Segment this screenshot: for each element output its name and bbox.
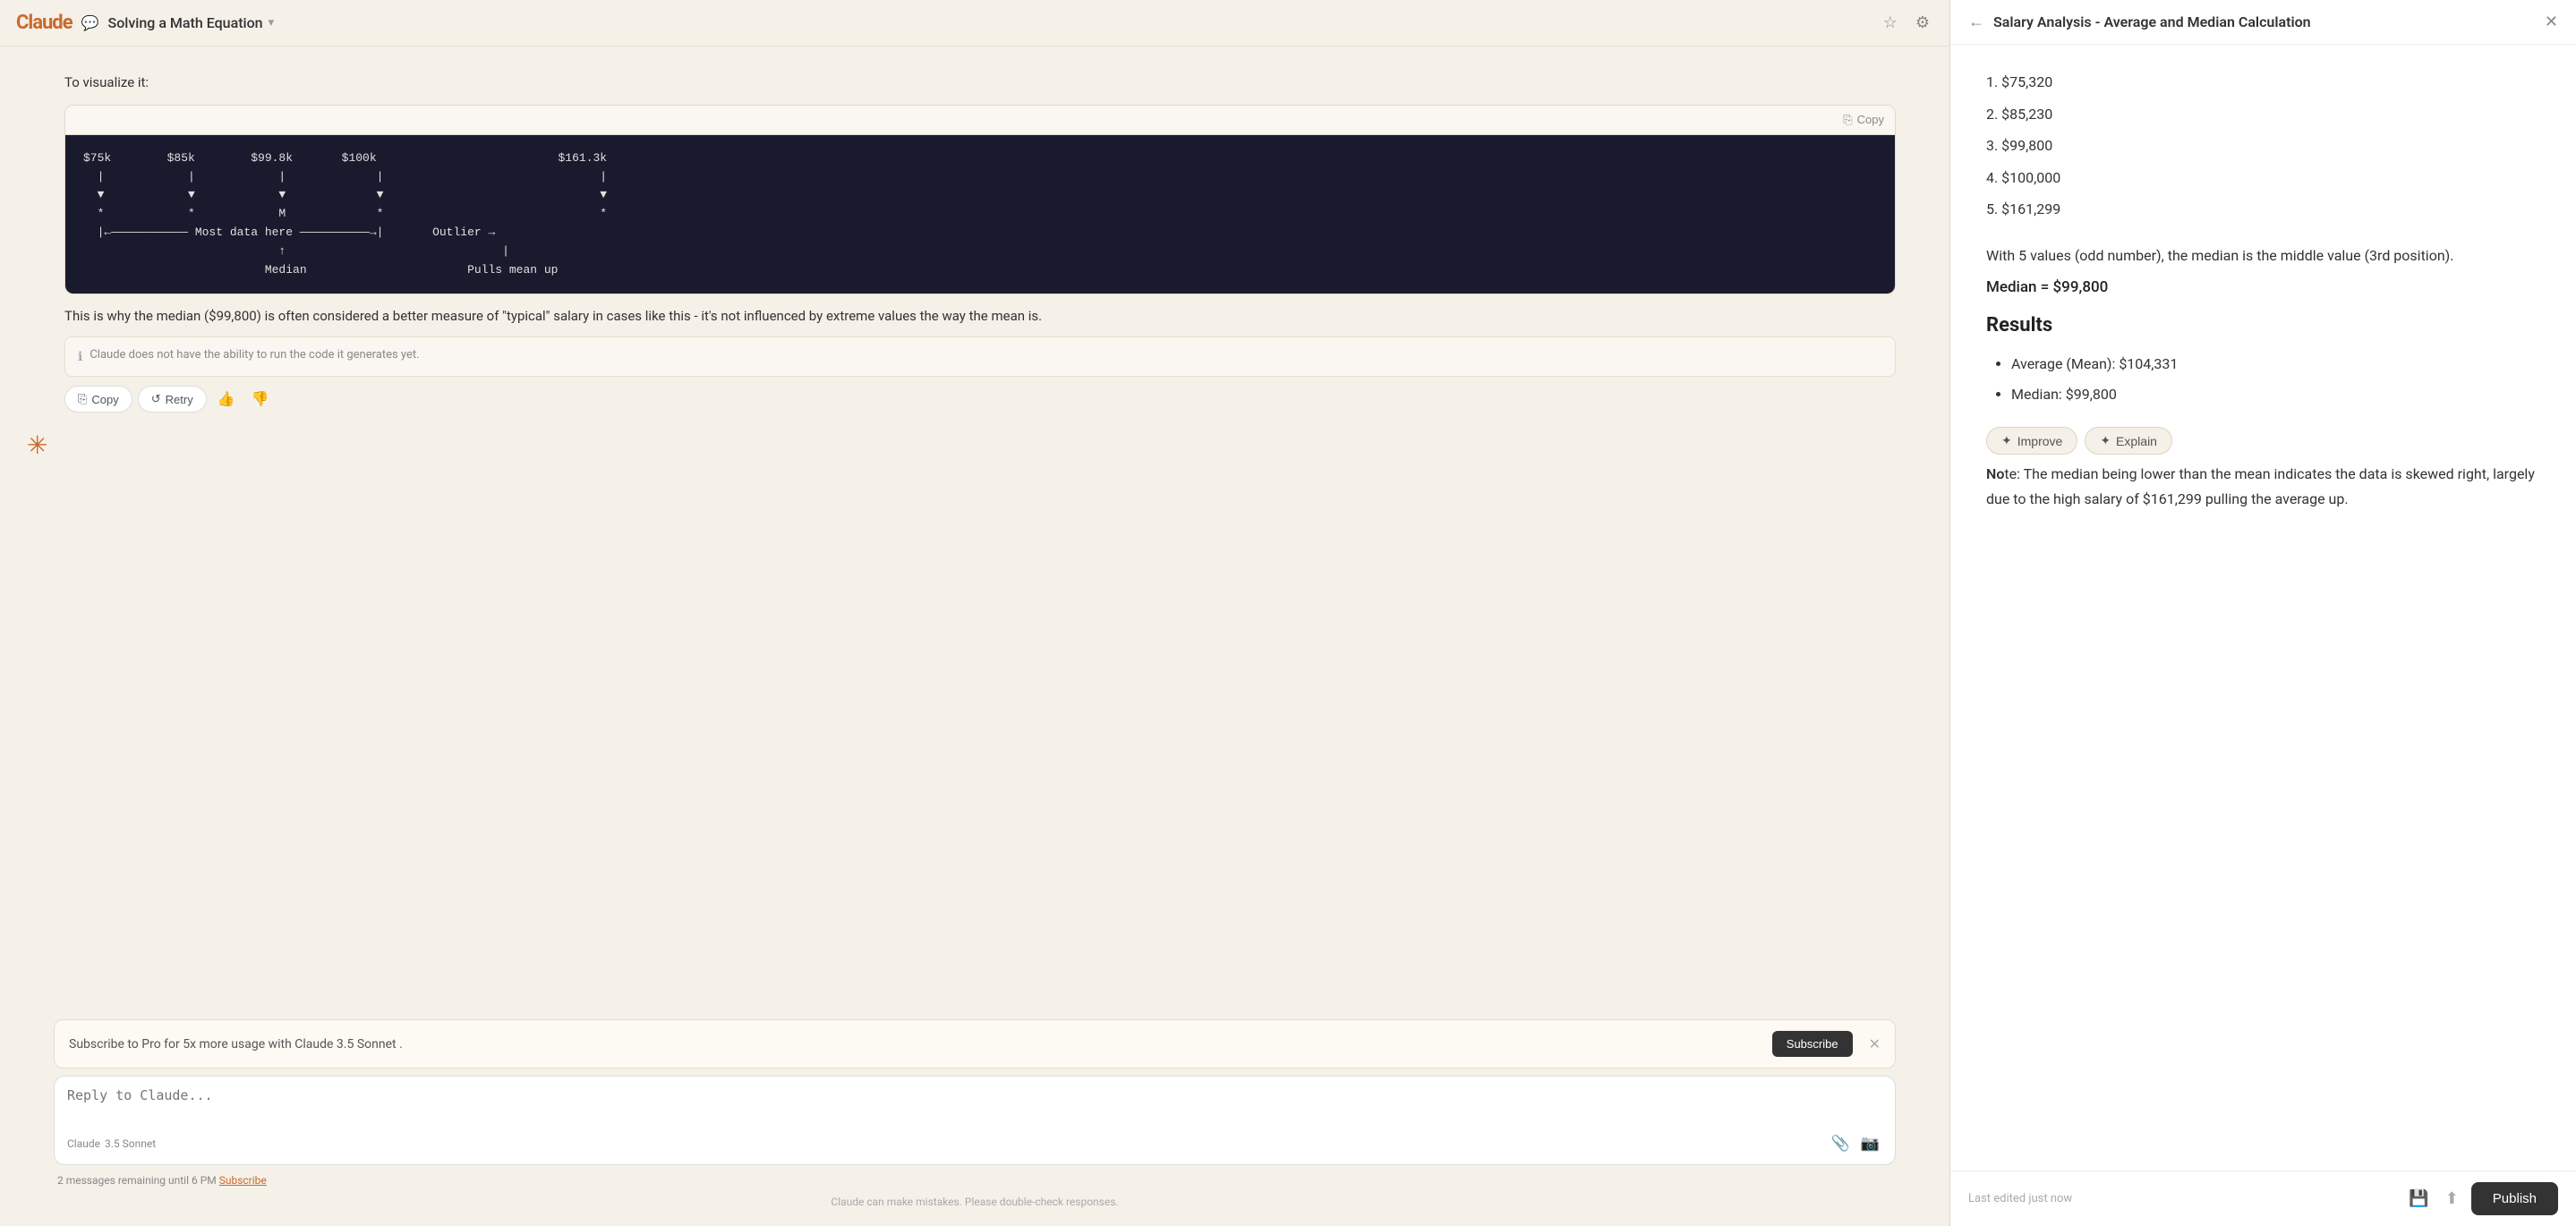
app-logo: Claude — [16, 12, 73, 34]
reply-footer-left: Claude 3.5 Sonnet — [67, 1137, 156, 1150]
median-formula: Median = $99,800 — [1986, 278, 2540, 296]
chat-footer: Subscribe to Pro for 5x more usage with … — [0, 1019, 1949, 1226]
retry-icon: ↺ — [151, 392, 161, 406]
median-explanation: With 5 values (odd number), the median i… — [1986, 243, 2540, 268]
list-item: 5. $161,299 — [1986, 193, 2540, 226]
list-item: 2. $85,230 — [1986, 98, 2540, 131]
right-panel-header: ← Salary Analysis - Average and Median C… — [1950, 0, 2576, 45]
favorite-button[interactable]: ☆ — [1880, 10, 1901, 36]
chat-area: To visualize it: ⎘ Copy $75k $85k $99.8k… — [0, 47, 1949, 1019]
claude-asterisk-icon: ✳ — [27, 430, 47, 460]
note-text: Note: The median being lower than the me… — [1986, 462, 2540, 510]
chat-icon: 💬 — [81, 14, 99, 31]
right-panel-footer: Last edited just now 💾 ⬆ Publish — [1950, 1171, 2576, 1226]
code-copy-label: Copy — [1857, 113, 1884, 126]
right-panel: ← Salary Analysis - Average and Median C… — [1949, 0, 2576, 1226]
ie-row: ✦ Improve ✦ Explain — [1986, 427, 2540, 455]
copy-icon: ⎘ — [1843, 113, 1852, 127]
info-text: Claude does not have the ability to run … — [90, 346, 419, 365]
copy-button[interactable]: ⎘ Copy — [64, 386, 132, 413]
top-bar-actions: ☆ ⚙ — [1880, 10, 1933, 36]
attach-button[interactable]: 📎 — [1829, 1132, 1853, 1155]
improve-explain-btns: ✦ Improve ✦ Explain Note: The median bei… — [1986, 427, 2540, 510]
subscribe-close-button[interactable]: ✕ — [1869, 1035, 1881, 1053]
close-panel-button[interactable]: ✕ — [2545, 13, 2558, 31]
reply-box: Claude 3.5 Sonnet 📎 📷 — [54, 1076, 1896, 1165]
chevron-down-icon[interactable]: ▾ — [269, 16, 275, 30]
thumbs-down-button[interactable]: 👎 — [246, 387, 275, 412]
disclaimer-text: Claude can make mistakes. Please double-… — [54, 1196, 1896, 1212]
chat-content: To visualize it: ⎘ Copy $75k $85k $99.8k… — [64, 72, 1896, 413]
improve-icon: ✦ — [2001, 433, 2012, 448]
right-panel-title: Salary Analysis - Average and Median Cal… — [1993, 13, 2536, 30]
chat-text-1: This is why the median ($99,800) is ofte… — [64, 305, 1896, 328]
copy-icon-2: ⎘ — [78, 392, 87, 406]
info-icon: ℹ — [78, 347, 82, 367]
claude-footer-row: ✳ — [0, 430, 1949, 460]
explain-button[interactable]: ✦ Explain — [2085, 427, 2172, 455]
export-button[interactable]: ⬆ — [2442, 1186, 2462, 1212]
publish-button[interactable]: Publish — [2471, 1182, 2558, 1215]
thumbs-up-button[interactable]: 👍 — [212, 387, 241, 412]
right-panel-content: 1. $75,320 2. $85,230 3. $99,800 4. $100… — [1950, 45, 2576, 1171]
salary-list: 1. $75,320 2. $85,230 3. $99,800 4. $100… — [1986, 66, 2540, 226]
info-box: ℹ Claude does not have the ability to ru… — [64, 336, 1896, 377]
message-actions: ⎘ Copy ↺ Retry 👍 👎 — [64, 386, 1896, 413]
save-button[interactable]: 💾 — [2405, 1186, 2432, 1212]
model-info: Claude 3.5 Sonnet — [67, 1137, 156, 1150]
note-row: ✦ Improve ✦ Explain Note: The median bei… — [1986, 427, 2540, 510]
chat-title-text: Solving a Math Equation — [108, 14, 263, 31]
subscribe-bar: Subscribe to Pro for 5x more usage with … — [54, 1019, 1896, 1068]
reply-footer: Claude 3.5 Sonnet 📎 📷 — [67, 1132, 1882, 1155]
code-block: ⎘ Copy $75k $85k $99.8k $100k $161.3k | … — [64, 105, 1896, 295]
subscribe-button[interactable]: Subscribe — [1772, 1031, 1853, 1057]
code-block-header: ⎘ Copy — [65, 106, 1895, 135]
messages-remaining-bar: 2 messages remaining until 6 PM Subscrib… — [54, 1172, 1896, 1188]
subscribe-actions: Subscribe ✕ — [1772, 1031, 1881, 1057]
reply-icons: 📎 📷 — [1829, 1132, 1882, 1155]
last-edited-text: Last edited just now — [1968, 1192, 2072, 1205]
subscribe-text: Subscribe to Pro for 5x more usage with … — [69, 1037, 403, 1051]
lead-text: To visualize it: — [64, 72, 1896, 94]
messages-remaining-text: 2 messages remaining until 6 PM Subscrib… — [57, 1174, 267, 1187]
list-item: 4. $100,000 — [1986, 162, 2540, 194]
settings-button[interactable]: ⚙ — [1912, 10, 1933, 36]
camera-button[interactable]: 📷 — [1858, 1132, 1882, 1155]
retry-button[interactable]: ↺ Retry — [138, 386, 207, 413]
result-average: Average (Mean): $104,331 — [2011, 349, 2540, 379]
improve-button[interactable]: ✦ Improve — [1986, 427, 2077, 455]
back-button[interactable]: ← — [1968, 13, 1984, 31]
subscribe-link[interactable]: Subscribe — [219, 1174, 267, 1187]
top-bar: Claude 💬 Solving a Math Equation ▾ ☆ ⚙ — [0, 0, 1949, 47]
chat-message-code: To visualize it: ⎘ Copy $75k $85k $99.8k… — [0, 72, 1949, 413]
code-copy-button[interactable]: ⎘ Copy — [1843, 113, 1884, 127]
right-panel-footer-actions: 💾 ⬆ Publish — [2405, 1182, 2558, 1215]
results-heading: Results — [1986, 314, 2540, 336]
result-median: Median: $99,800 — [2011, 379, 2540, 410]
chat-title: Solving a Math Equation ▾ — [108, 14, 275, 31]
reply-input[interactable] — [67, 1087, 1882, 1120]
list-item: 3. $99,800 — [1986, 130, 2540, 162]
list-item: 1. $75,320 — [1986, 66, 2540, 98]
explain-icon: ✦ — [2100, 433, 2111, 448]
results-list: Average (Mean): $104,331 Median: $99,800 — [1986, 349, 2540, 409]
code-block-body: $75k $85k $99.8k $100k $161.3k | | | | |… — [65, 135, 1895, 294]
